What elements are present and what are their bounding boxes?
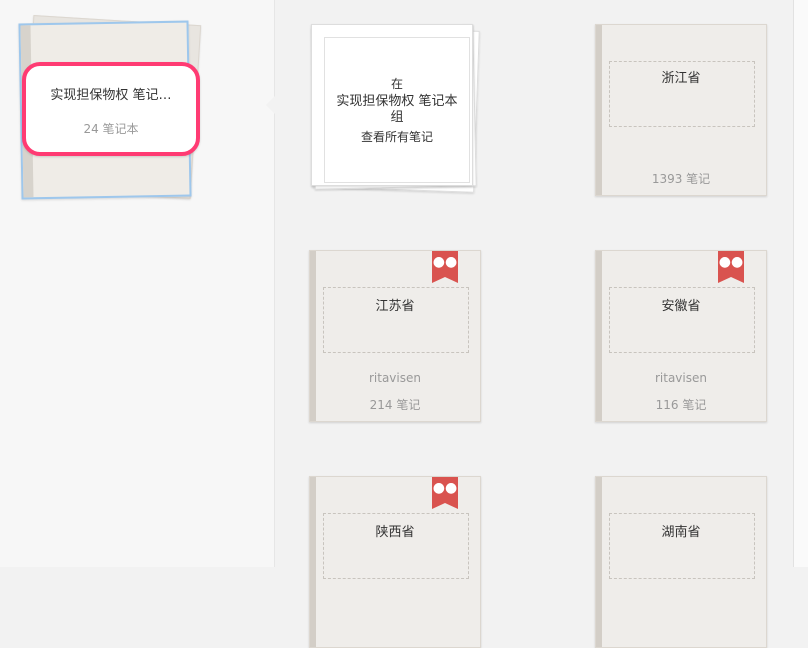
scrollbar-track[interactable]: [793, 0, 808, 567]
notebook-owner: ritavisen: [368, 371, 421, 385]
notebook-title: 浙江省: [661, 71, 701, 86]
users-icon: ●●: [432, 480, 458, 496]
notebook-card[interactable]: ●● 江苏省 ritavisen 214 笔记: [309, 250, 481, 422]
notebook-title: 江苏省: [375, 299, 415, 314]
users-icon: ●●: [718, 254, 744, 270]
group-paper-front: 在 实现担保物权 笔记本组 查看所有笔记: [311, 24, 473, 186]
users-icon: ●●: [432, 254, 458, 270]
view-all-notes-link[interactable]: 查看所有笔记: [361, 128, 433, 145]
stack-title: 实现担保物权 笔记…: [50, 88, 172, 103]
group-label: 在 实现担保物权 笔记本组 查看所有笔记: [324, 37, 470, 183]
notebook-card[interactable]: 浙江省 1393 笔记: [595, 24, 767, 196]
notebook-note-count: 1393 笔记: [651, 172, 711, 186]
selection-pointer: [266, 96, 275, 114]
group-line-prefix: 在: [390, 77, 403, 91]
selected-stack-label[interactable]: 实现担保物权 笔记… 24 笔记本: [22, 62, 200, 156]
group-name: 实现担保物权 笔记本组: [336, 94, 458, 125]
notebook-card[interactable]: 湖南省: [595, 476, 767, 648]
notebook-group-card[interactable]: 在 实现担保物权 笔记本组 查看所有笔记: [311, 24, 480, 193]
notebook-note-count: 116 笔记: [655, 398, 707, 412]
notebook-owner: ritavisen: [654, 371, 707, 385]
shared-badge: ●●: [432, 477, 458, 509]
stack-list-pane: 实现担保物权 笔记… 24 笔记本: [0, 0, 275, 567]
notebook-note-count: 214 笔记: [369, 398, 421, 412]
notebook-card[interactable]: ●● 陕西省: [309, 476, 481, 648]
shared-badge: ●●: [432, 251, 458, 283]
shared-badge: ●●: [718, 251, 744, 283]
notebook-card[interactable]: ●● 安徽省 ritavisen 116 笔记: [595, 250, 767, 422]
notebook-title: 陕西省: [375, 525, 415, 540]
stack-count: 24 笔记本: [83, 122, 139, 136]
notebook-title: 安徽省: [661, 299, 701, 314]
notebook-title: 湖南省: [661, 525, 701, 540]
